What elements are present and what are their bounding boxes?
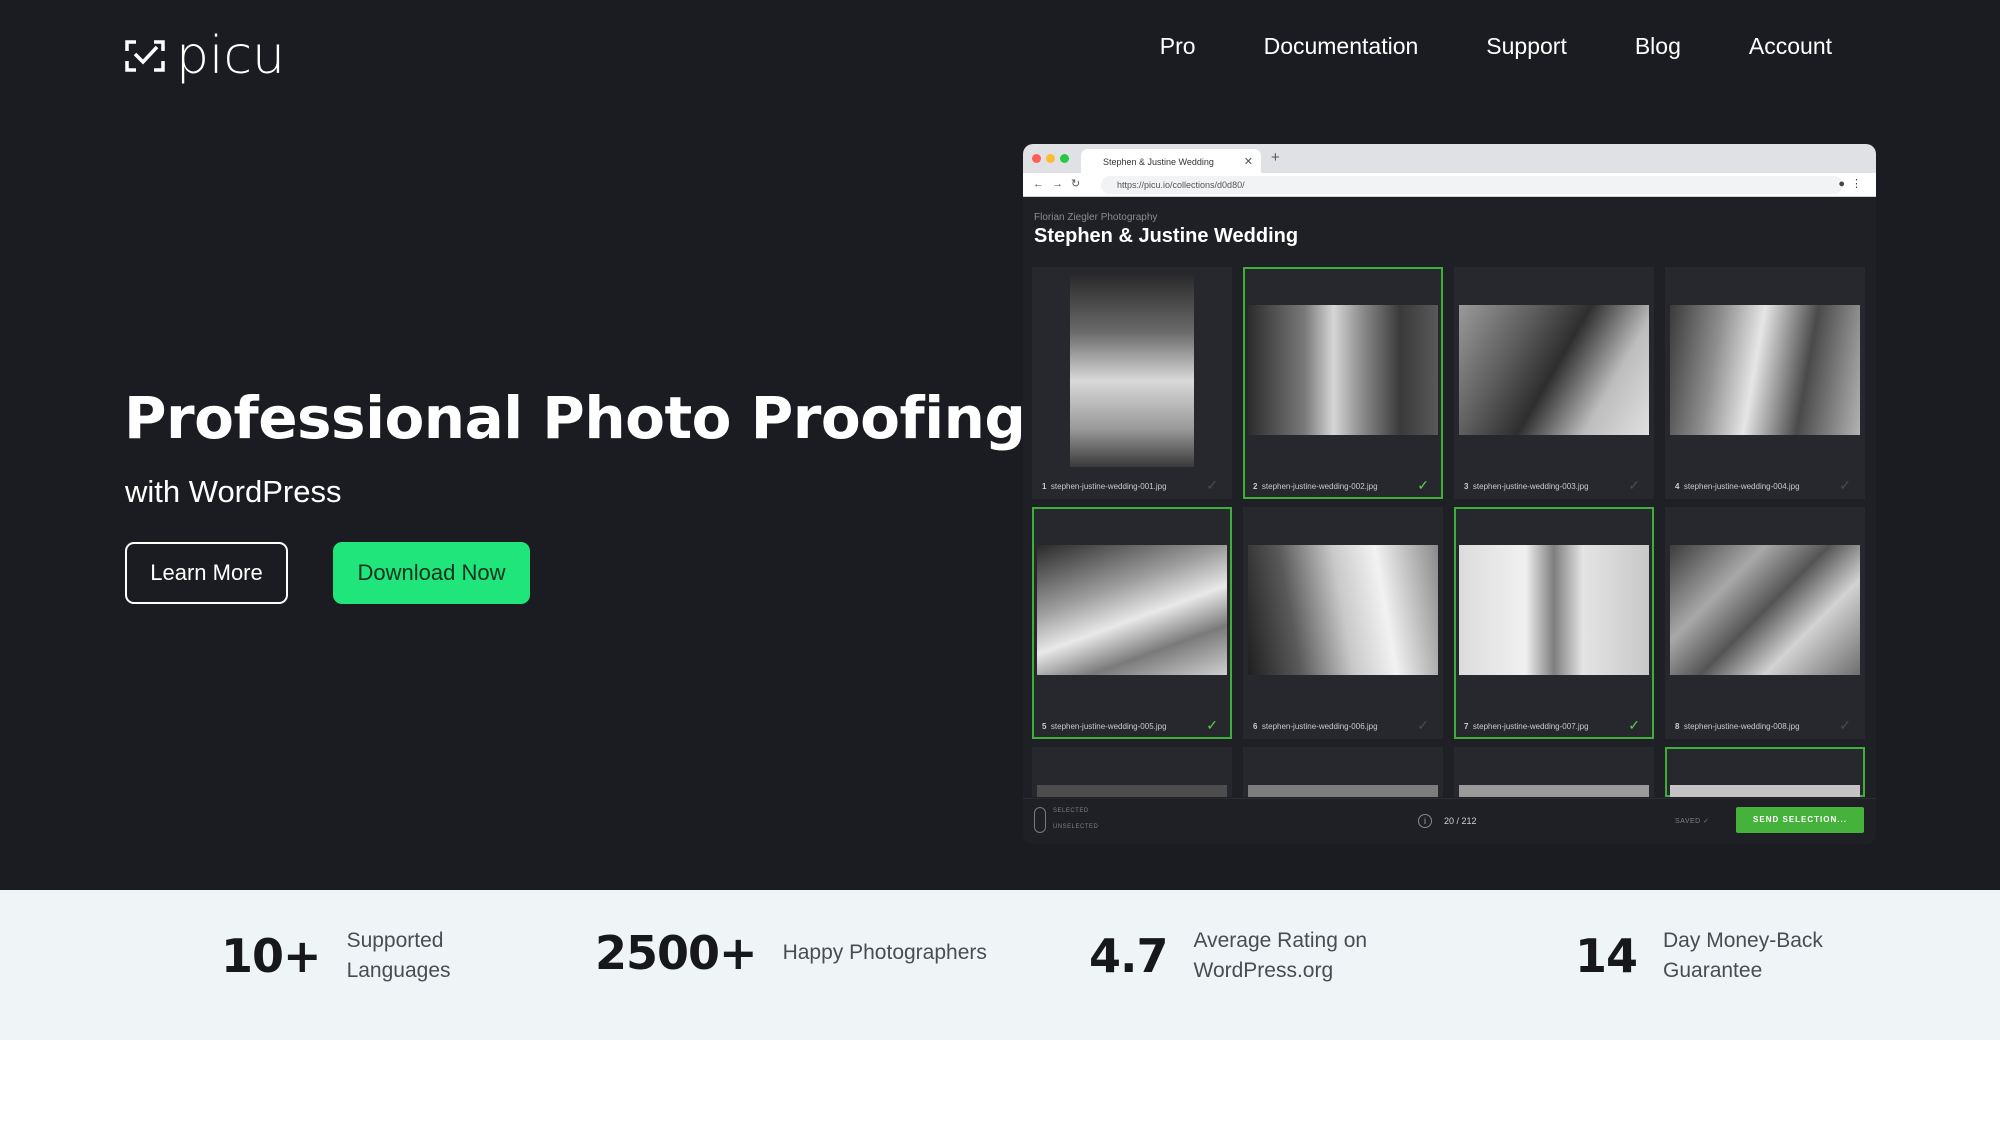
check-icon: ✓ (1206, 477, 1218, 493)
photo-thumbnail (1037, 785, 1227, 797)
check-icon: ✓ (1839, 477, 1851, 493)
tab-close-icon: ✕ (1243, 156, 1253, 168)
browser-menu-icons: ●⋮ (1838, 178, 1868, 190)
check-icon: ✓ (1628, 477, 1640, 493)
download-now-button[interactable]: Download Now (333, 542, 530, 604)
maximize-dot-icon (1060, 154, 1069, 163)
browser-tab: Stephen & Justine Wedding ✕ (1081, 149, 1261, 173)
picu-logo[interactable]: picu (124, 28, 285, 84)
photo-card: 1 stephen-justine-wedding-001.jpg ✓ (1032, 267, 1232, 499)
new-tab-icon: + (1271, 149, 1280, 166)
photo-caption: 2 stephen-justine-wedding-002.jpg (1253, 482, 1378, 491)
stat-label: Day Money-Back Guarantee (1663, 929, 1823, 982)
learn-more-button[interactable]: Learn More (125, 542, 288, 604)
photo-thumbnail (1670, 305, 1860, 435)
photo-thumbnail (1070, 275, 1194, 467)
photo-caption: 7 stephen-justine-wedding-007.jpg (1464, 722, 1589, 731)
photo-caption: 5 stephen-justine-wedding-005.jpg (1042, 722, 1167, 731)
stat-number: 14 (1575, 929, 1638, 983)
main-nav: Pro Documentation Support Blog Account (1160, 30, 1832, 62)
stat-label: Supported Languages (346, 929, 451, 982)
url-field: https://picu.io/collections/d0d80/ (1101, 176, 1843, 194)
browser-urlbar: ←→↻ https://picu.io/collections/d0d80/ ●… (1023, 173, 1876, 197)
browser-mockup: Stephen & Justine Wedding ✕ + ←→↻ https:… (1023, 144, 1876, 844)
gallery-footer: SELECTED UNSELECTED i 20 / 212 SAVED ✓ S… (1023, 798, 1876, 844)
browser-tab-title: Stephen & Justine Wedding (1103, 157, 1214, 167)
photo-caption: 6 stephen-justine-wedding-006.jpg (1253, 722, 1378, 731)
photo-card: 7 stephen-justine-wedding-007.jpg ✓ (1454, 507, 1654, 739)
nav-account[interactable]: Account (1749, 30, 1832, 62)
photo-card: 6 stephen-justine-wedding-006.jpg ✓ (1243, 507, 1443, 739)
stat-languages: 10+ Supported Languages (221, 926, 477, 986)
photo-thumbnail (1670, 545, 1860, 675)
saved-status: SAVED ✓ (1675, 818, 1710, 825)
stat-guarantee: 14 Day Money-Back Guarantee (1575, 926, 1843, 986)
check-icon: ✓ (1417, 477, 1429, 493)
send-selection-button: SEND SELECTION... (1736, 807, 1864, 833)
nav-pro[interactable]: Pro (1160, 30, 1196, 62)
photo-card (1665, 747, 1865, 797)
hero-subtitle: with WordPress (125, 474, 342, 509)
photo-caption: 1 stephen-justine-wedding-001.jpg (1042, 482, 1167, 491)
selection-filter-toggle (1034, 807, 1046, 833)
photo-thumbnail (1459, 545, 1649, 675)
stats-bar: 10+ Supported Languages 2500+ Happy Phot… (0, 890, 2000, 1040)
nav-support[interactable]: Support (1486, 30, 1567, 62)
legend-selected: SELECTED (1053, 808, 1089, 814)
photo-thumbnail (1670, 785, 1860, 797)
logo-wordmark: picu (176, 26, 286, 86)
photo-card: 4 stephen-justine-wedding-004.jpg ✓ (1665, 267, 1865, 499)
stat-rating: 4.7 Average Rating on WordPress.org (1089, 926, 1394, 986)
gallery-title: Stephen & Justine Wedding (1034, 225, 1299, 247)
stat-label: Happy Photographers (782, 941, 987, 964)
check-icon: ✓ (1417, 717, 1429, 733)
hero-section: picu Pro Documentation Support Blog Acco… (0, 0, 2000, 890)
photo-card: 2 stephen-justine-wedding-002.jpg ✓ (1243, 267, 1443, 499)
check-icon: ✓ (1839, 717, 1851, 733)
browser-nav-icons: ←→↻ (1033, 178, 1089, 190)
minimize-dot-icon (1046, 154, 1055, 163)
stat-label: Average Rating on WordPress.org (1193, 929, 1368, 982)
nav-blog[interactable]: Blog (1635, 30, 1681, 62)
close-dot-icon (1032, 154, 1041, 163)
photo-thumbnail (1037, 545, 1227, 675)
info-icon: i (1418, 814, 1432, 828)
photo-thumbnail (1459, 305, 1649, 435)
photo-card (1243, 747, 1443, 797)
photo-card: 3 stephen-justine-wedding-003.jpg ✓ (1454, 267, 1654, 499)
check-icon: ✓ (1206, 717, 1218, 733)
photo-thumbnail (1248, 545, 1438, 675)
stat-number: 10+ (221, 929, 322, 983)
gallery-photographer: Florian Ziegler Photography (1034, 212, 1158, 223)
selection-count: 20 / 212 (1444, 816, 1477, 826)
stat-number: 2500+ (595, 926, 758, 980)
checkmark-frame-icon (125, 40, 165, 72)
photo-card: 8 stephen-justine-wedding-008.jpg ✓ (1665, 507, 1865, 739)
photo-caption: 4 stephen-justine-wedding-004.jpg (1675, 482, 1800, 491)
photo-caption: 8 stephen-justine-wedding-008.jpg (1675, 722, 1800, 731)
photo-card: 5 stephen-justine-wedding-005.jpg ✓ (1032, 507, 1232, 739)
photo-card (1032, 747, 1232, 797)
photo-caption: 3 stephen-justine-wedding-003.jpg (1464, 482, 1589, 491)
photo-thumbnail (1248, 785, 1438, 797)
photo-thumbnail (1248, 305, 1438, 435)
nav-documentation[interactable]: Documentation (1264, 30, 1419, 62)
photo-thumbnail (1459, 785, 1649, 797)
browser-tabbar: Stephen & Justine Wedding ✕ + (1023, 144, 1876, 173)
stat-number: 4.7 (1089, 929, 1168, 983)
photo-card (1454, 747, 1654, 797)
hero-title: Professional Photo Proofing (124, 384, 1026, 452)
check-icon: ✓ (1628, 717, 1640, 733)
stat-photographers: 2500+ Happy Photographers (595, 926, 1013, 980)
legend-unselected: UNSELECTED (1053, 824, 1099, 830)
